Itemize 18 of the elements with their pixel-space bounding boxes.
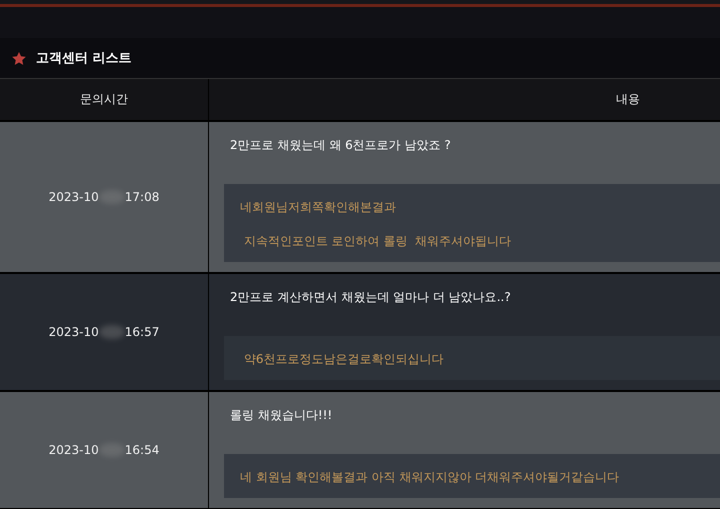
question-text: 롤링 채웠습니다!!! bbox=[229, 407, 334, 424]
redaction-blur bbox=[98, 325, 125, 339]
question-text: 2만프로 계산하면서 채웠는데 얼마나 더 남았나요..? bbox=[229, 289, 512, 306]
inquiry-time: 16:54 bbox=[124, 443, 160, 457]
star-icon bbox=[12, 52, 26, 64]
inquiry-date: 2023-10 bbox=[48, 325, 99, 339]
inquiry-time: 16:57 bbox=[124, 325, 160, 339]
answer-text: 지속적인포인트 로인하여 롤링 채워주셔야됩니다 bbox=[242, 233, 512, 250]
answer-text: 약6천프로정도남은걸로확인되십니다 bbox=[242, 351, 444, 368]
column-header: 내용 bbox=[615, 91, 641, 108]
inquiry-date: 2023-10 bbox=[48, 443, 99, 457]
answer-text: 네 회원님 확인해볼결과 아직 채워지지않아 더채워주셔야될거같습니다 bbox=[240, 469, 620, 486]
column-header: 문의시간 bbox=[0, 79, 209, 120]
inquiry-time: 17:08 bbox=[124, 190, 160, 204]
answer-text: 네회원님저희쪽확인해본결과 bbox=[240, 199, 397, 216]
inquiry-date: 2023-10 bbox=[48, 190, 99, 204]
section-title: 고객센터 리스트 bbox=[36, 50, 132, 67]
question-text: 2만프로 채웠는데 왜 6천프로가 남았죠 ? bbox=[229, 137, 452, 154]
